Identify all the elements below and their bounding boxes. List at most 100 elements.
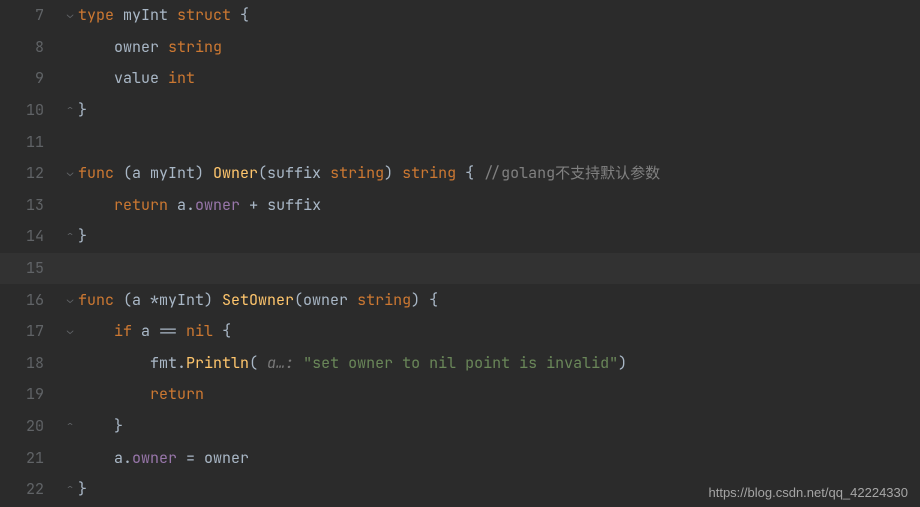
code-content[interactable]: type myInt struct { — [78, 8, 920, 23]
token-kw: return — [150, 384, 204, 404]
token-kw: struct — [177, 5, 240, 25]
token-punct: (a *myInt) — [123, 290, 222, 310]
line-number[interactable]: 15 — [0, 261, 62, 276]
token-punct: myInt — [123, 5, 177, 25]
code-line[interactable]: 7⌄type myInt struct { — [0, 0, 920, 32]
token-punct: { — [222, 321, 231, 341]
token-punct: } — [78, 416, 123, 436]
token-punct: ( — [249, 353, 267, 373]
watermark-text: https://blog.csdn.net/qq_42224330 — [709, 486, 909, 499]
token-cmt: //golang不支持默认参数 — [483, 163, 660, 183]
token-fn: SetOwner — [222, 290, 294, 310]
line-number[interactable]: 14 — [0, 229, 62, 244]
line-number[interactable]: 18 — [0, 356, 62, 371]
code-line[interactable]: 21 a.owner = owner — [0, 442, 920, 474]
token-fn: Owner — [213, 163, 258, 183]
line-number[interactable]: 16 — [0, 293, 62, 308]
token-punct: owner — [78, 37, 168, 57]
code-line[interactable]: 17⌄ if a == nil { — [0, 316, 920, 348]
code-content[interactable]: fmt.Println( a…: "set owner to nil point… — [78, 356, 920, 371]
line-number[interactable]: 19 — [0, 387, 62, 402]
token-punct: a == — [141, 321, 186, 341]
code-line[interactable]: 10⌃} — [0, 95, 920, 127]
code-line[interactable]: 13 return a.owner + suffix — [0, 190, 920, 222]
code-content[interactable]: func (a *myInt) SetOwner(owner string) { — [78, 293, 920, 308]
line-number[interactable]: 17 — [0, 324, 62, 339]
token-punct: fmt. — [78, 353, 186, 373]
token-punct: a. — [177, 195, 195, 215]
token-type: string — [402, 163, 465, 183]
token-hint: a…: — [267, 353, 303, 373]
code-content[interactable]: } — [78, 229, 920, 244]
line-number[interactable]: 13 — [0, 198, 62, 213]
line-number[interactable]: 21 — [0, 451, 62, 466]
code-line[interactable]: 9 value int — [0, 63, 920, 95]
token-punct: (a myInt) — [123, 163, 213, 183]
token-kw: func — [78, 290, 123, 310]
code-content[interactable]: return — [78, 387, 920, 402]
token-field: owner — [132, 448, 177, 468]
fold-icon[interactable]: ⌄ — [62, 10, 78, 21]
fold-icon[interactable]: ⌃ — [62, 231, 78, 242]
token-punct — [78, 195, 114, 215]
code-line[interactable]: 8 owner string — [0, 32, 920, 64]
fold-icon[interactable]: ⌄ — [62, 326, 78, 337]
token-type: int — [168, 68, 195, 88]
fold-icon[interactable]: ⌃ — [62, 105, 78, 116]
token-field: owner — [195, 195, 240, 215]
line-number[interactable]: 7 — [0, 8, 62, 23]
token-str: "set owner to nil point is invalid" — [303, 353, 618, 373]
token-kw: type — [78, 5, 123, 25]
token-punct: } — [78, 479, 87, 499]
code-content[interactable]: } — [78, 419, 920, 434]
code-content[interactable]: owner string — [78, 40, 920, 55]
code-line[interactable]: 11 — [0, 126, 920, 158]
code-line[interactable]: 15 — [0, 253, 920, 285]
fold-icon[interactable]: ⌃ — [62, 484, 78, 495]
code-line[interactable]: 12⌄func (a myInt) Owner(suffix string) s… — [0, 158, 920, 190]
token-kw: nil — [186, 321, 222, 341]
token-punct: value — [78, 68, 168, 88]
token-punct — [78, 384, 150, 404]
token-punct: } — [78, 100, 87, 120]
fold-icon[interactable]: ⌄ — [62, 168, 78, 179]
token-punct: + suffix — [240, 195, 321, 215]
token-punct: ) — [384, 163, 402, 183]
code-content[interactable]: if a == nil { — [78, 324, 920, 339]
code-content[interactable]: func (a myInt) Owner(suffix string) stri… — [78, 166, 920, 181]
token-punct: a. — [78, 448, 132, 468]
token-punct: { — [465, 163, 483, 183]
token-punct: = owner — [177, 448, 249, 468]
line-number[interactable]: 20 — [0, 419, 62, 434]
line-number[interactable]: 8 — [0, 40, 62, 55]
token-type: string — [168, 37, 222, 57]
fold-icon[interactable]: ⌃ — [62, 421, 78, 432]
token-kw: func — [78, 163, 123, 183]
code-line[interactable]: 19 return — [0, 379, 920, 411]
token-punct: ) { — [411, 290, 438, 310]
code-line[interactable]: 20⌃ } — [0, 411, 920, 443]
token-type: string — [330, 163, 384, 183]
code-line[interactable]: 16⌄func (a *myInt) SetOwner(owner string… — [0, 284, 920, 316]
token-punct: (owner — [294, 290, 357, 310]
code-content[interactable]: a.owner = owner — [78, 451, 920, 466]
token-type: string — [357, 290, 411, 310]
line-number[interactable]: 10 — [0, 103, 62, 118]
token-punct: ) — [618, 353, 627, 373]
fold-icon[interactable]: ⌄ — [62, 295, 78, 306]
code-line[interactable]: 14⌃} — [0, 221, 920, 253]
line-number[interactable]: 11 — [0, 135, 62, 150]
code-editor[interactable]: 7⌄type myInt struct {8 owner string9 val… — [0, 0, 920, 507]
token-fn: Println — [186, 353, 249, 373]
token-kw: if — [114, 321, 141, 341]
code-line[interactable]: 18 fmt.Println( a…: "set owner to nil po… — [0, 348, 920, 380]
line-number[interactable]: 9 — [0, 71, 62, 86]
code-content[interactable]: } — [78, 103, 920, 118]
line-number[interactable]: 12 — [0, 166, 62, 181]
token-kw: return — [114, 195, 177, 215]
token-punct: } — [78, 226, 87, 246]
line-number[interactable]: 22 — [0, 482, 62, 497]
code-content[interactable]: return a.owner + suffix — [78, 198, 920, 213]
code-content[interactable]: value int — [78, 71, 920, 86]
token-punct — [78, 321, 114, 341]
